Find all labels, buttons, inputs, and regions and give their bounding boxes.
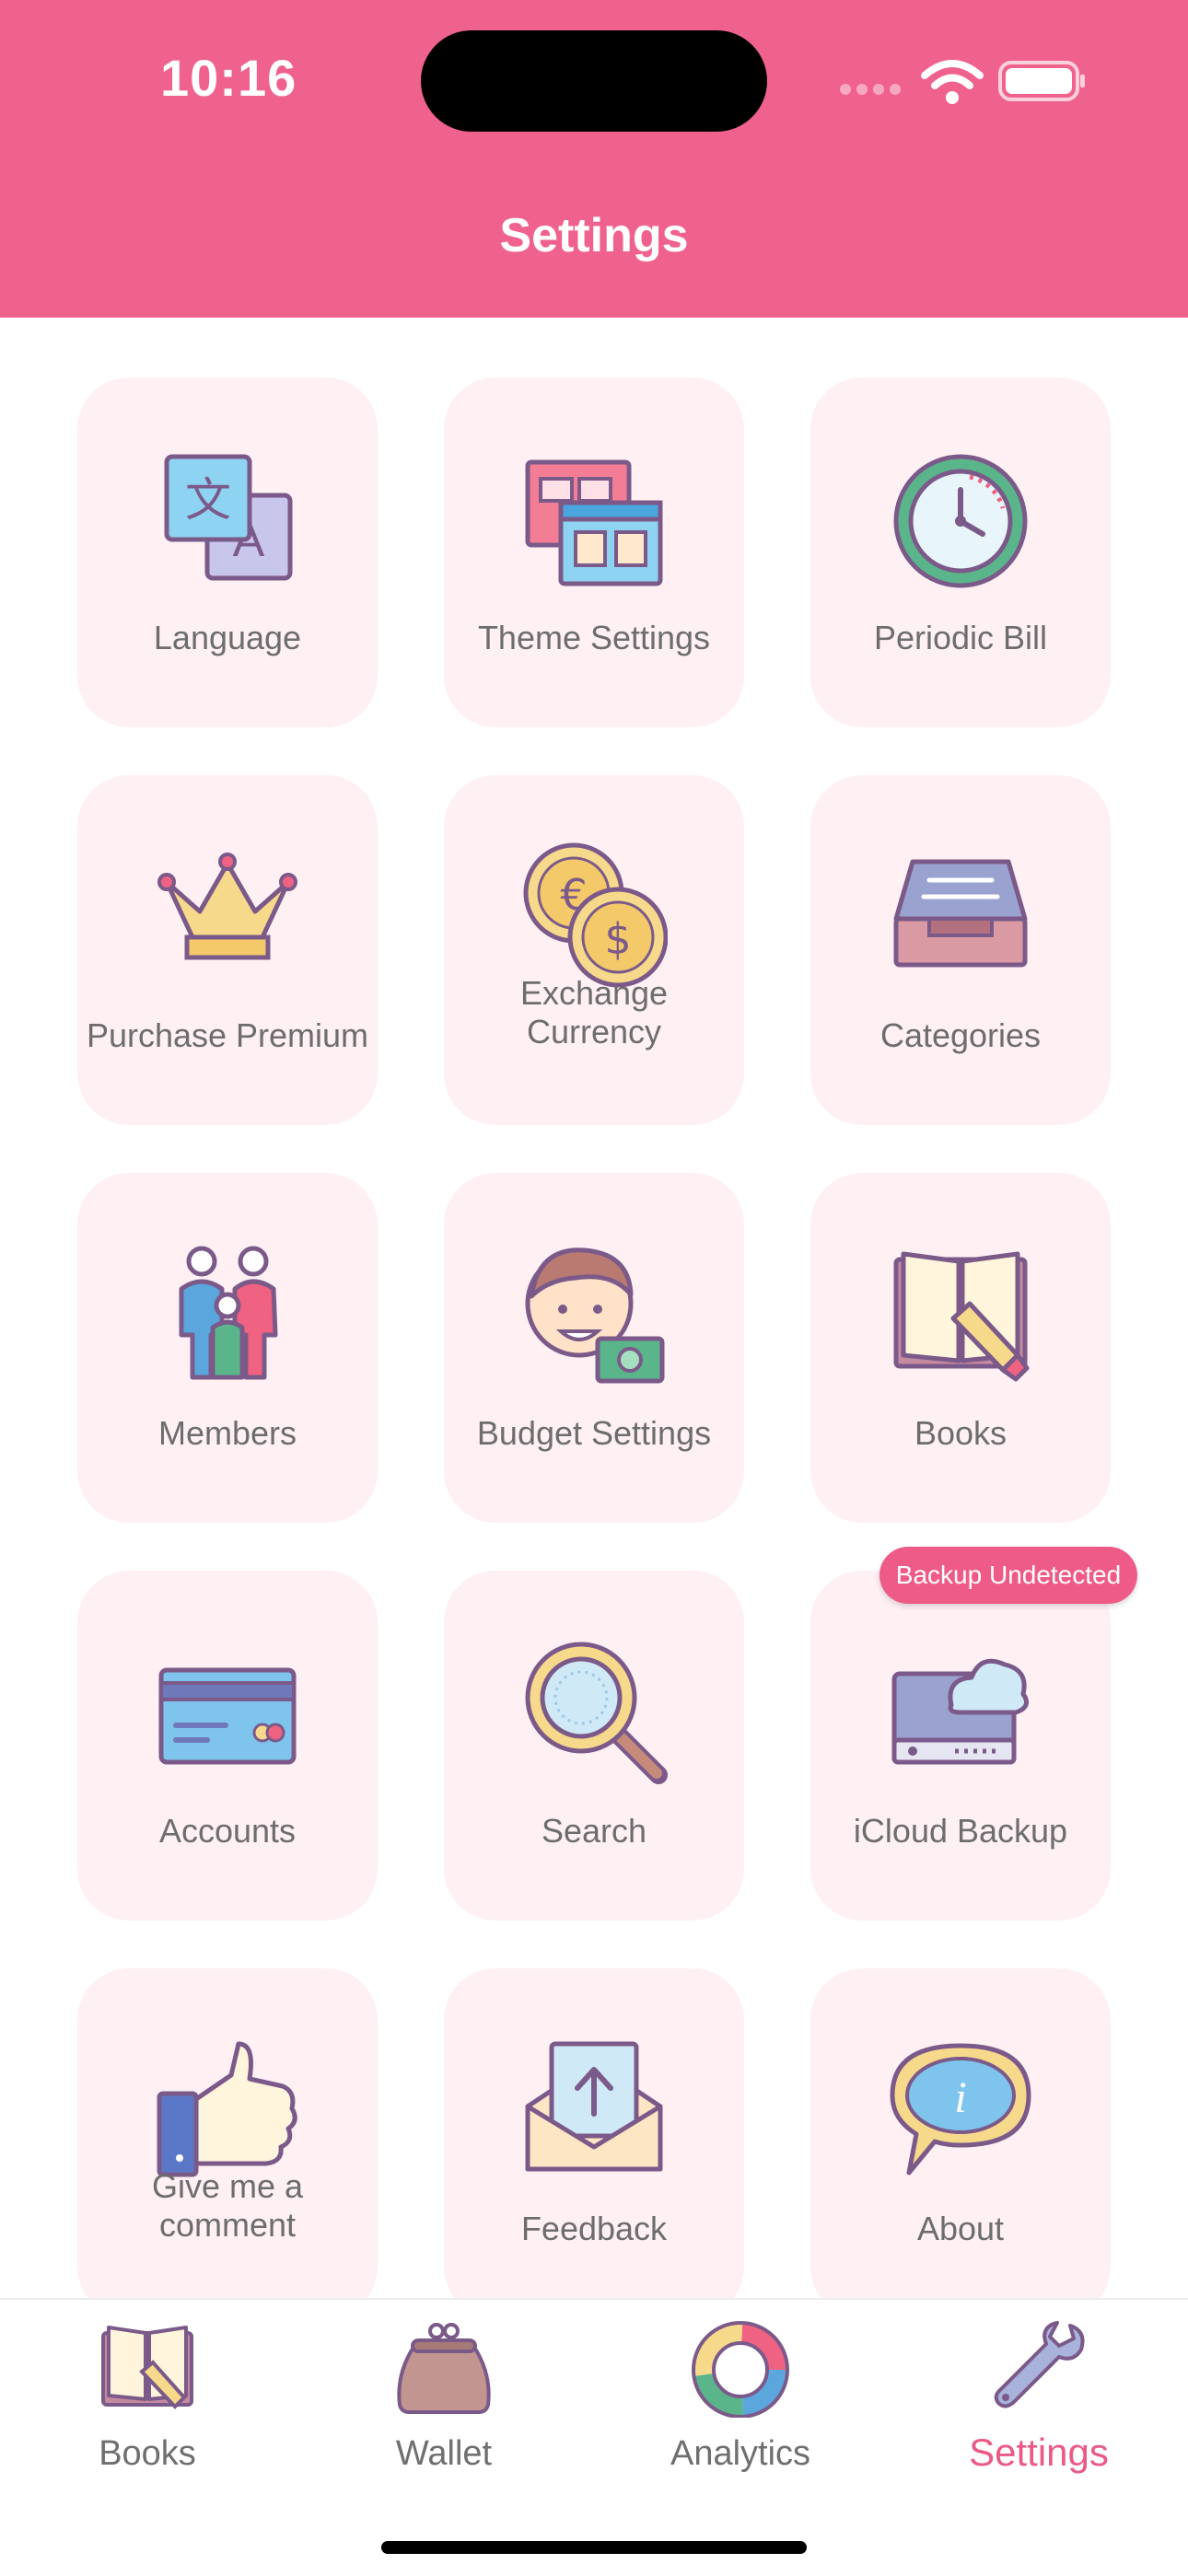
- tab-wallet[interactable]: Wallet: [333, 2318, 554, 2502]
- tile-label: Language: [153, 619, 302, 656]
- thumbs-up-icon: [157, 2041, 297, 2177]
- svg-text:文: 文: [185, 473, 231, 527]
- tile-label: Periodic Bill: [873, 619, 1048, 656]
- tile-purchase-premium[interactable]: Purchase Premium: [77, 775, 378, 1125]
- cellular-signal-icon: [840, 83, 906, 96]
- tile-label: iCloud Backup: [853, 1812, 1068, 1850]
- cloud-drive-icon: [891, 1658, 1030, 1765]
- tile-label: Purchase Premium: [86, 1016, 369, 1054]
- svg-text:$: $: [604, 914, 631, 964]
- tile-label: Exchange Currency: [444, 974, 744, 1051]
- status-time: 10:16: [160, 49, 297, 107]
- tile-label: Categories: [879, 1016, 1042, 1054]
- book-icon: [101, 2326, 193, 2409]
- tile-label: Search: [541, 1812, 647, 1850]
- tile-label: About: [916, 2210, 1005, 2247]
- envelope-upload-icon: [525, 2041, 663, 2172]
- tile-label: Feedback: [520, 2210, 668, 2247]
- crown-icon: [157, 853, 297, 960]
- dynamic-island: [421, 30, 767, 132]
- tile-books[interactable]: Books: [810, 1173, 1111, 1523]
- tile-theme-settings[interactable]: Theme Settings: [444, 377, 744, 727]
- tab-analytics[interactable]: Analytics: [630, 2318, 851, 2502]
- tab-label: Books: [99, 2434, 196, 2473]
- tile-about[interactable]: i About: [810, 1968, 1111, 2318]
- tile-label-line: Exchange: [519, 974, 669, 1012]
- tile-label: Books: [914, 1414, 1007, 1452]
- tile-language[interactable]: A 文 Language: [77, 377, 378, 727]
- tab-books[interactable]: Books: [37, 2318, 258, 2502]
- svg-text:i: i: [954, 2073, 966, 2122]
- clock-icon: [893, 454, 1028, 588]
- tile-exchange-currency[interactable]: € $ Exchange Currency: [444, 775, 744, 1125]
- tab-bar: Books Wallet Analytics Settings: [0, 2298, 1188, 2576]
- tile-label-line: Currency: [526, 1013, 662, 1050]
- coins-icon: € $: [523, 842, 668, 988]
- tile-label-line: comment: [158, 2206, 297, 2244]
- wrench-icon: [994, 2321, 1085, 2408]
- backup-status-badge: Backup Undetected: [879, 1547, 1137, 1604]
- header-bar: 10:16 Settings: [0, 0, 1188, 318]
- wifi-icon: [921, 60, 984, 104]
- tile-search[interactable]: Search: [444, 1571, 744, 1920]
- person-money-icon: [525, 1247, 665, 1384]
- tile-periodic-bill[interactable]: Periodic Bill: [810, 377, 1111, 727]
- page-title: Settings: [499, 209, 689, 262]
- battery-icon: [998, 61, 1085, 101]
- donut-chart-icon: [692, 2321, 789, 2418]
- tile-accounts[interactable]: Accounts: [77, 1571, 378, 1920]
- tile-label: Accounts: [158, 1812, 297, 1850]
- tile-label: Members: [157, 1414, 297, 1452]
- tile-label: Budget Settings: [476, 1414, 712, 1452]
- tile-label: Give me a comment: [77, 2167, 378, 2245]
- tab-settings[interactable]: Settings: [928, 2318, 1149, 2502]
- tile-categories[interactable]: Categories: [810, 775, 1111, 1125]
- theme-windows-icon: [525, 459, 663, 586]
- tab-label: Analytics: [670, 2434, 811, 2473]
- tile-icloud-backup[interactable]: iCloud Backup: [810, 1571, 1111, 1920]
- inbox-tray-icon: [893, 859, 1028, 968]
- tile-label: Theme Settings: [477, 619, 711, 656]
- magnifier-icon: [525, 1642, 668, 1784]
- credit-card-icon: [158, 1667, 297, 1765]
- tab-label: Wallet: [395, 2434, 493, 2473]
- tile-label-line: Give me a: [151, 2167, 304, 2205]
- tile-give-comment[interactable]: Give me a comment: [77, 1968, 378, 2318]
- home-indicator: [381, 2541, 807, 2554]
- tile-budget-settings[interactable]: Budget Settings: [444, 1173, 744, 1523]
- translate-icon: A 文: [164, 454, 293, 581]
- tile-feedback[interactable]: Feedback: [444, 1968, 744, 2318]
- tile-members[interactable]: Members: [77, 1173, 378, 1523]
- book-pencil-icon: [893, 1251, 1030, 1382]
- tab-label: Settings: [969, 2431, 1109, 2474]
- info-bubble-icon: i: [890, 2043, 1031, 2176]
- purse-icon: [397, 2323, 491, 2414]
- family-icon: [179, 1246, 278, 1380]
